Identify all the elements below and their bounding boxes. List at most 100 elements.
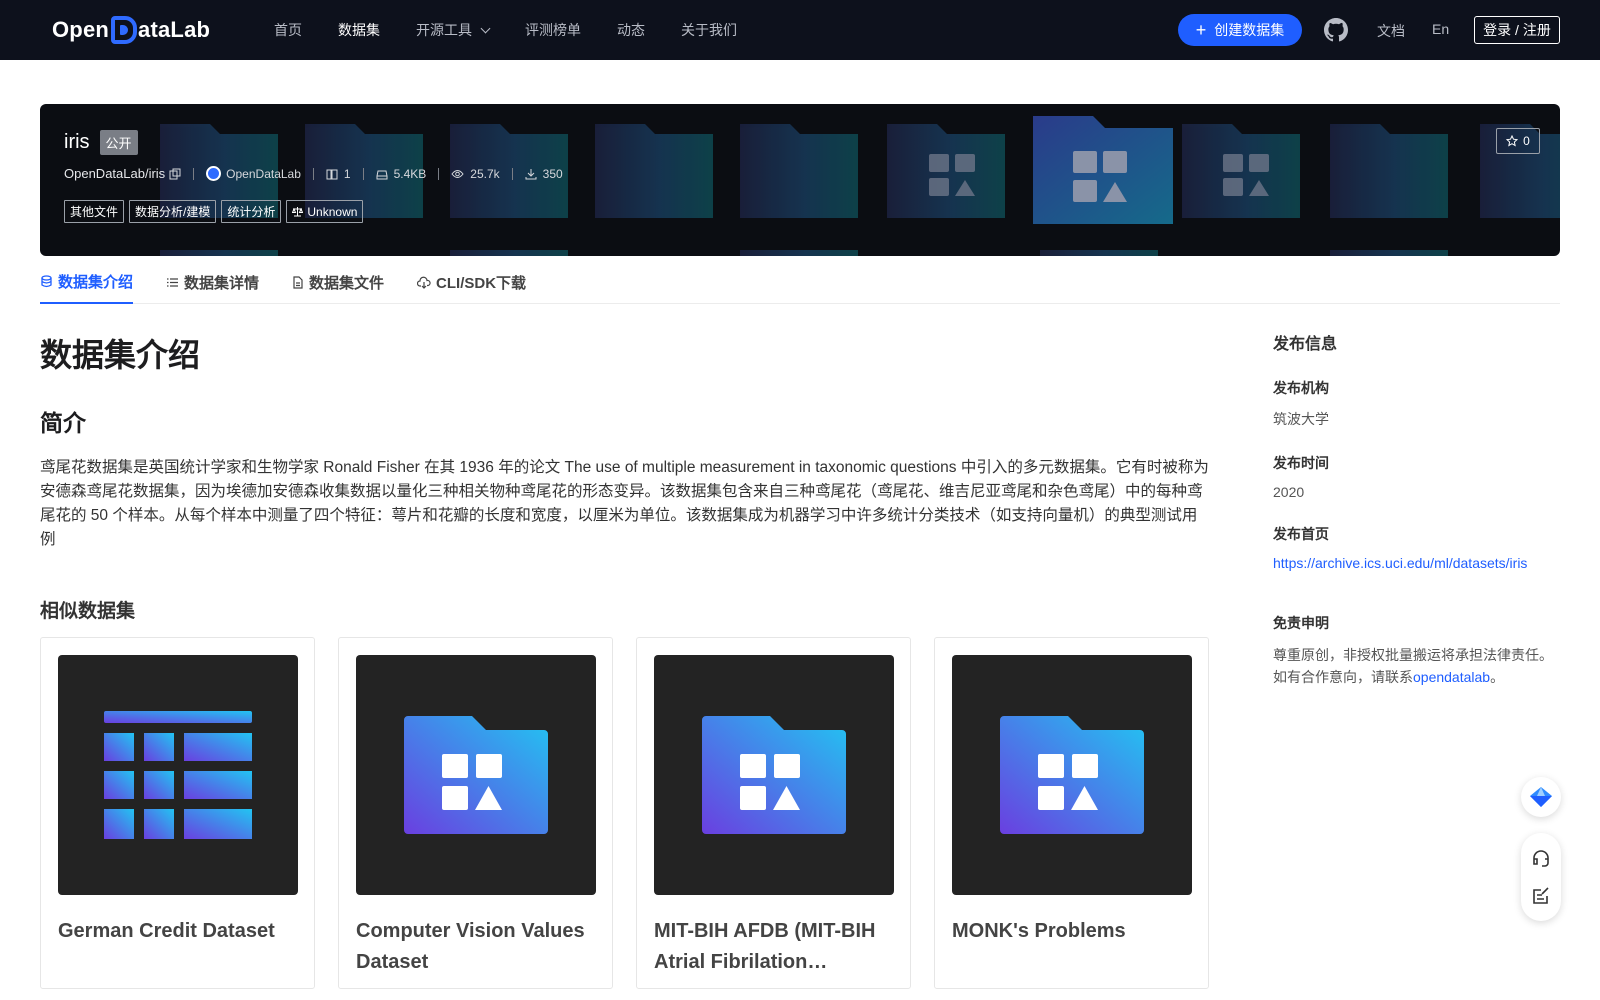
folder-icon (1000, 716, 1144, 834)
download-count-value: 350 (542, 166, 563, 181)
tag-item[interactable]: 其他文件 (64, 200, 125, 223)
star-count: 0 (1523, 134, 1530, 148)
headset-icon[interactable] (1531, 848, 1551, 868)
logo-suffix: ataLab (138, 17, 211, 42)
publisher-label: 发布机构 (1273, 380, 1329, 396)
card-title: German Credit Dataset (58, 920, 275, 942)
similar-dataset-card[interactable]: German Credit Dataset (40, 637, 315, 989)
folder-icon (404, 716, 548, 834)
dataset-tags: 其他文件 数据分析/建模 统计分析 Unknown (64, 200, 368, 223)
dataset-org-name: OpenDataLab (226, 166, 301, 181)
license-tag[interactable]: Unknown (286, 200, 364, 223)
disclaimer-text: 尊重原创，非授权批量搬运将承担法律责任。 如有合作意向，请联系opendatal… (1273, 644, 1563, 688)
star-icon (1506, 135, 1519, 147)
section-title-similar: 相似数据集 (40, 601, 136, 622)
view-count-value: 25.7k (470, 166, 500, 181)
copy-icon[interactable] (169, 168, 181, 180)
meta-divider (362, 167, 364, 180)
intro-text: 鸢尾花数据集是英国统计学家和生物学家 Ronald Fisher 在其 1936… (40, 459, 1209, 548)
nav-news[interactable]: 动态 (617, 20, 645, 40)
dataset-path: OpenDataLab/iris (64, 166, 166, 181)
tab-files[interactable]: 数据集文件 (292, 268, 384, 304)
dataset-meta: OpenDataLab/iris OpenDataLab 1 5.4KB 25.… (64, 166, 563, 181)
eye-icon (451, 168, 464, 180)
meta-divider (193, 167, 195, 180)
publisher-value: 筑波大学 (1273, 411, 1329, 427)
disclaimer-label: 免责申明 (1273, 615, 1329, 631)
scale-icon (292, 206, 304, 217)
docs-link[interactable]: 文档 (1377, 21, 1405, 41)
assistant-button[interactable] (1521, 777, 1561, 817)
disclaimer-suffix: 。 (1490, 669, 1505, 685)
tag-item[interactable]: 统计分析 (221, 200, 282, 223)
nav-home[interactable]: 首页 (274, 20, 302, 40)
nav-tools-label: 开源工具 (416, 22, 472, 38)
section-title-intro: 简介 (40, 410, 86, 436)
create-dataset-label: 创建数据集 (1214, 22, 1285, 38)
dataset-title: iris 公开 (64, 130, 138, 155)
similar-dataset-card[interactable]: Computer Vision Values Dataset (338, 637, 613, 989)
tab-cli-sdk[interactable]: CLI/SDK下载 (417, 268, 526, 304)
login-register-button[interactable]: 登录 / 注册 (1474, 16, 1560, 44)
org-avatar (206, 166, 222, 181)
nav-tools[interactable]: 开源工具 (416, 20, 491, 40)
view-count: 25.7k (451, 166, 500, 181)
folder-icon (702, 716, 846, 834)
nav-about[interactable]: 关于我们 (681, 20, 737, 40)
meta-divider (438, 167, 440, 180)
homepage-link[interactable]: https://archive.ics.uci.edu/ml/datasets/… (1273, 555, 1527, 571)
document-icon (292, 275, 304, 289)
similar-dataset-card[interactable]: MIT-BIH AFDB (MIT-BIH Atrial Fibrilation… (636, 637, 911, 989)
card-thumbnail (58, 655, 298, 895)
chevron-down-icon (480, 23, 491, 33)
page-title: 数据集介绍 (40, 337, 201, 373)
assistant-icon (1530, 787, 1552, 807)
database-icon (40, 274, 53, 288)
tab-details[interactable]: 数据集详情 (166, 268, 259, 304)
publish-time-value: 2020 (1273, 484, 1305, 500)
feedback-edit-icon[interactable] (1531, 886, 1551, 906)
homepage-label: 发布首页 (1273, 526, 1329, 542)
publish-time-label: 发布时间 (1273, 455, 1329, 471)
tag-item[interactable]: 数据分析/建模 (129, 200, 217, 223)
dataset-org[interactable]: OpenDataLab (206, 166, 301, 181)
nav-links: 首页 数据集 开源工具 评测榜单 动态 关于我们 (274, 0, 773, 60)
publish-info-title: 发布信息 (1273, 336, 1338, 353)
card-thumbnail (952, 655, 1192, 895)
plus-icon: + (1195, 20, 1207, 40)
disk-icon (376, 168, 388, 180)
disclaimer-prefix: 如有合作意向，请联系 (1273, 669, 1413, 685)
language-switch[interactable]: En (1432, 21, 1449, 37)
card-title: MIT-BIH AFDB (MIT-BIH Atrial Fibrilation… (654, 920, 876, 973)
dataset-name: iris (64, 131, 90, 153)
opendatalab-logo[interactable]: Open ataLab (52, 16, 210, 44)
dataset-size-value: 5.4KB (393, 166, 427, 181)
download-icon (525, 168, 537, 180)
meta-divider (312, 167, 314, 180)
tab-intro-label: 数据集介绍 (58, 273, 134, 291)
card-title: Computer Vision Values Dataset (356, 920, 585, 973)
disclaimer-line-2: 如有合作意向，请联系opendatalab。 (1273, 666, 1563, 688)
cloud-download-icon (417, 276, 431, 289)
top-nav: Open ataLab 首页 数据集 开源工具 评测榜单 动态 关于我们 + 创建… (0, 0, 1600, 60)
dataset-size: 5.4KB (376, 166, 427, 181)
nav-datasets[interactable]: 数据集 (338, 20, 380, 40)
file-count: 1 (326, 167, 351, 181)
contact-link[interactable]: opendatalab (1413, 669, 1490, 685)
create-dataset-button[interactable]: + 创建数据集 (1178, 14, 1302, 46)
star-button[interactable]: 0 (1496, 128, 1540, 154)
github-icon[interactable] (1324, 18, 1348, 42)
visibility-badge: 公开 (99, 130, 138, 155)
meta-divider (511, 167, 513, 180)
tab-files-label: 数据集文件 (309, 274, 385, 292)
file-icon (326, 168, 338, 180)
file-count-value: 1 (343, 166, 351, 181)
similar-datasets: German Credit Dataset Computer Vision Va… (40, 637, 1232, 989)
similar-dataset-card[interactable]: MONK's Problems (934, 637, 1209, 989)
tab-intro[interactable]: 数据集介绍 (40, 268, 134, 304)
table-icon (104, 711, 252, 839)
card-title: MONK's Problems (952, 920, 1126, 942)
dataset-banner: iris 公开 OpenDataLab/iris OpenDataLab 1 5… (40, 104, 1560, 256)
nav-leaderboard[interactable]: 评测榜单 (525, 20, 581, 40)
list-icon (166, 276, 179, 289)
